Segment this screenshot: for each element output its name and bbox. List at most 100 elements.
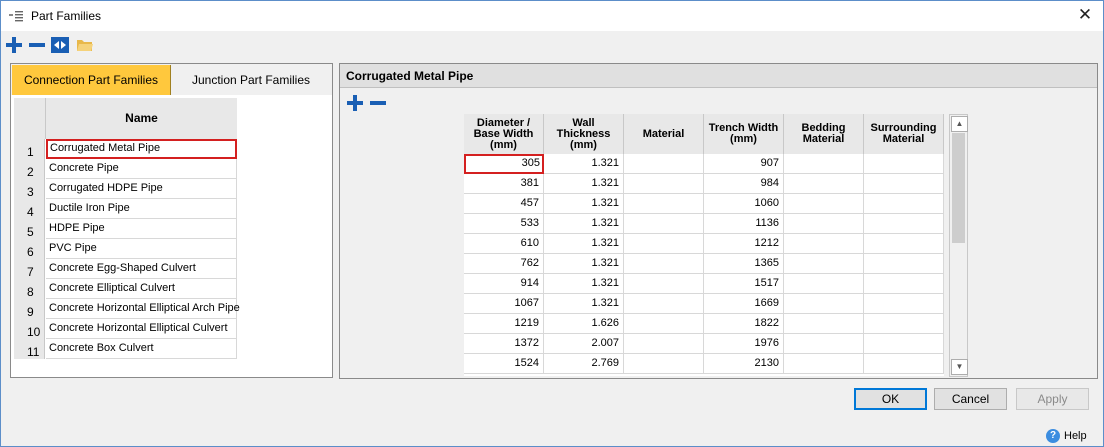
family-row[interactable]: 11 Concrete Box Culvert (14, 339, 237, 359)
family-name-cell[interactable]: Corrugated Metal Pipe (46, 139, 237, 159)
remove-icon[interactable] (28, 36, 46, 54)
table-cell[interactable]: 1.321 (544, 254, 624, 274)
table-cell[interactable] (784, 214, 864, 234)
table-cell[interactable]: 914 (464, 274, 544, 294)
table-cell[interactable] (864, 214, 944, 234)
table-cell[interactable] (624, 274, 704, 294)
table-cell[interactable] (784, 234, 864, 254)
table-cell[interactable] (784, 174, 864, 194)
table-cell[interactable] (624, 194, 704, 214)
table-cell[interactable]: 2.769 (544, 354, 624, 374)
family-row[interactable]: 3 Corrugated HDPE Pipe (14, 179, 237, 199)
table-cell[interactable]: 2.007 (544, 334, 624, 354)
family-row[interactable]: 10 Concrete Horizontal Elliptical Culvert (14, 319, 237, 339)
table-cell[interactable]: 457 (464, 194, 544, 214)
table-cell[interactable] (864, 314, 944, 334)
table-cell[interactable]: 1219 (464, 314, 544, 334)
table-cell[interactable] (864, 254, 944, 274)
cancel-button[interactable]: Cancel (934, 388, 1007, 410)
table-cell[interactable] (784, 194, 864, 214)
table-cell[interactable]: 762 (464, 254, 544, 274)
table-cell[interactable] (784, 294, 864, 314)
table-cell[interactable]: 1.626 (544, 314, 624, 334)
open-folder-icon[interactable] (76, 36, 94, 54)
table-cell[interactable] (784, 274, 864, 294)
table-cell[interactable]: 1.321 (544, 234, 624, 254)
table-cell[interactable] (864, 294, 944, 314)
table-cell[interactable] (864, 154, 944, 174)
family-name-cell[interactable]: Corrugated HDPE Pipe (46, 179, 237, 199)
table-cell[interactable] (864, 274, 944, 294)
table-cell[interactable]: 1136 (704, 214, 784, 234)
table-cell[interactable]: 381 (464, 174, 544, 194)
family-name-cell[interactable]: PVC Pipe (46, 239, 237, 259)
family-name-cell[interactable]: Ductile Iron Pipe (46, 199, 237, 219)
table-cell[interactable] (784, 254, 864, 274)
table-cell[interactable]: 610 (464, 234, 544, 254)
table-cell[interactable]: 1060 (704, 194, 784, 214)
table-cell[interactable]: 1.321 (544, 214, 624, 234)
size-table-scrollbar[interactable]: ▲ ▼ (949, 114, 968, 377)
scroll-up-icon[interactable]: ▲ (951, 116, 968, 132)
table-cell[interactable]: 907 (704, 154, 784, 174)
table-cell[interactable]: 1.321 (544, 194, 624, 214)
table-cell[interactable] (624, 254, 704, 274)
table-cell[interactable]: 1976 (704, 334, 784, 354)
table-cell[interactable]: 1212 (704, 234, 784, 254)
help-link[interactable]: ? Help (1046, 429, 1087, 443)
family-name-cell[interactable]: Concrete Horizontal Elliptical Culvert (46, 319, 237, 339)
table-cell[interactable]: 533 (464, 214, 544, 234)
family-row[interactable]: 7 Concrete Egg-Shaped Culvert (14, 259, 237, 279)
scroll-thumb[interactable] (952, 133, 965, 243)
add-icon[interactable] (5, 36, 23, 54)
table-cell[interactable]: 1517 (704, 274, 784, 294)
family-row[interactable]: 4 Ductile Iron Pipe (14, 199, 237, 219)
family-name-cell[interactable]: Concrete Elliptical Culvert (46, 279, 237, 299)
family-name-cell[interactable]: HDPE Pipe (46, 219, 237, 239)
add-row-icon[interactable] (346, 94, 364, 112)
family-name-cell[interactable]: Concrete Egg-Shaped Culvert (46, 259, 237, 279)
family-row[interactable]: 1 Corrugated Metal Pipe (14, 139, 237, 159)
family-row[interactable]: 8 Concrete Elliptical Culvert (14, 279, 237, 299)
family-row[interactable]: 2 Concrete Pipe (14, 159, 237, 179)
table-cell[interactable]: 1669 (704, 294, 784, 314)
table-cell[interactable] (624, 334, 704, 354)
table-cell[interactable] (624, 154, 704, 174)
table-cell[interactable] (624, 174, 704, 194)
table-cell[interactable] (784, 154, 864, 174)
table-cell[interactable] (624, 234, 704, 254)
table-cell[interactable] (864, 174, 944, 194)
scroll-down-icon[interactable]: ▼ (951, 359, 968, 375)
family-name-cell[interactable]: Concrete Pipe (46, 159, 237, 179)
table-cell[interactable] (864, 354, 944, 374)
table-cell[interactable]: 2130 (704, 354, 784, 374)
table-cell[interactable] (784, 354, 864, 374)
table-cell[interactable]: 1.321 (544, 154, 624, 174)
table-cell[interactable] (624, 314, 704, 334)
table-cell[interactable]: 1822 (704, 314, 784, 334)
table-cell[interactable]: 1365 (704, 254, 784, 274)
close-button[interactable]: ✕ (1075, 5, 1095, 25)
tab-junction-part-families[interactable]: Junction Part Families (171, 65, 331, 95)
table-cell[interactable]: 305 (464, 154, 544, 174)
table-cell[interactable] (864, 234, 944, 254)
table-cell[interactable]: 1372 (464, 334, 544, 354)
merge-icon[interactable] (51, 36, 69, 54)
table-cell[interactable] (624, 294, 704, 314)
tab-connection-part-families[interactable]: Connection Part Families (12, 65, 171, 95)
family-name-cell[interactable]: Concrete Box Culvert (46, 339, 237, 359)
table-cell[interactable] (864, 334, 944, 354)
family-row[interactable]: 9 Concrete Horizontal Elliptical Arch Pip… (14, 299, 240, 319)
table-cell[interactable] (784, 334, 864, 354)
table-cell[interactable] (784, 314, 864, 334)
family-name-cell[interactable]: Concrete Horizontal Elliptical Arch Pipe (46, 299, 240, 319)
table-cell[interactable]: 1524 (464, 354, 544, 374)
ok-button[interactable]: OK (854, 388, 927, 410)
family-row[interactable]: 6 PVC Pipe (14, 239, 237, 259)
table-cell[interactable] (624, 354, 704, 374)
family-row[interactable]: 5 HDPE Pipe (14, 219, 237, 239)
table-cell[interactable]: 984 (704, 174, 784, 194)
table-cell[interactable]: 1.321 (544, 174, 624, 194)
table-cell[interactable] (864, 194, 944, 214)
apply-button[interactable]: Apply (1016, 388, 1089, 410)
